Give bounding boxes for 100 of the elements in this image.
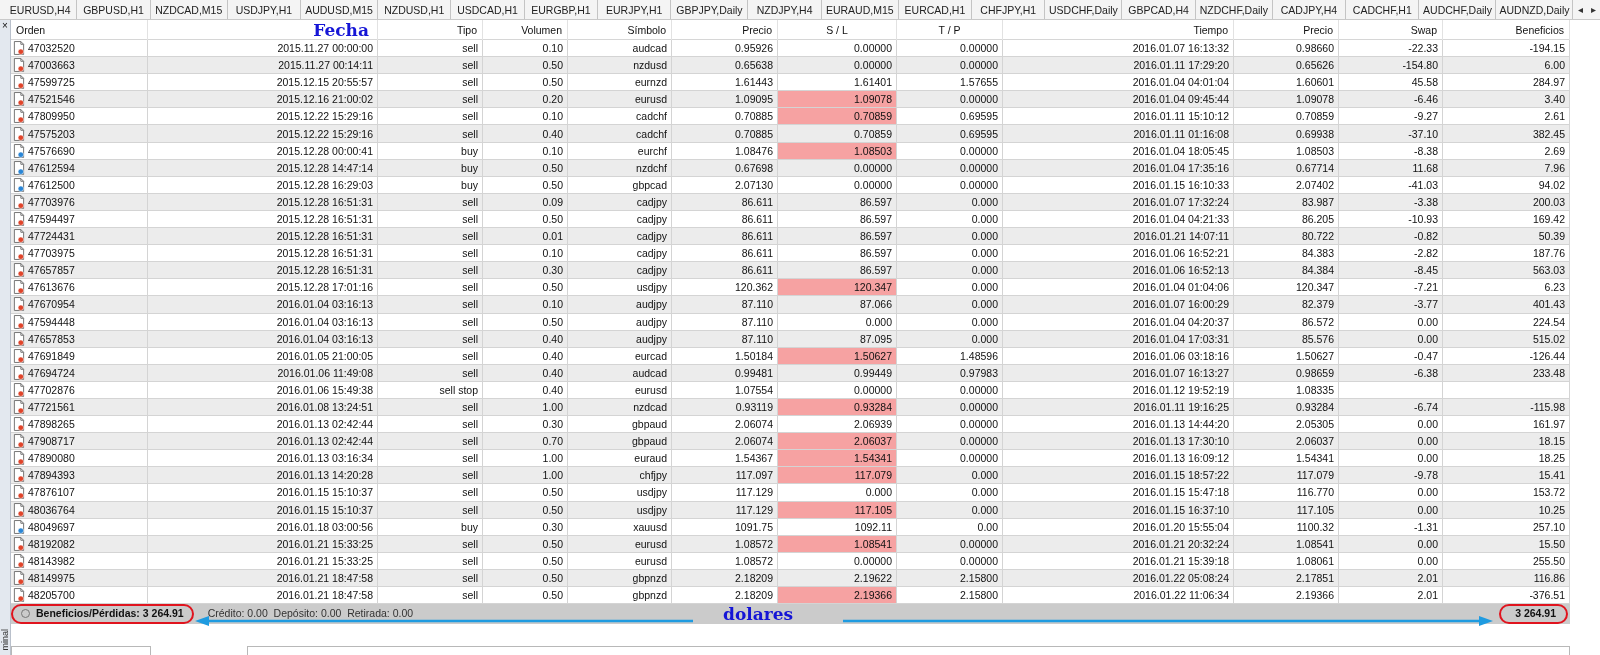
chart-tab[interactable]: CADCHF,H1 bbox=[1346, 0, 1420, 19]
chart-tab[interactable]: EURCAD,H1 bbox=[898, 0, 973, 19]
table-cell: sell bbox=[378, 364, 483, 381]
table-cell: 47032520 bbox=[28, 42, 75, 55]
table-cell: sell bbox=[378, 535, 483, 552]
chart-tab[interactable]: CHFJPY,H1 bbox=[972, 0, 1046, 19]
chart-tab[interactable]: EURGBP,H1 bbox=[524, 0, 599, 19]
table-cell: 169.42 bbox=[1443, 210, 1570, 228]
table-cell: 1.09078 bbox=[1234, 91, 1339, 108]
table-cell: 2016.01.15 15:10:37 bbox=[148, 501, 378, 518]
table-cell: 86.597 bbox=[778, 193, 897, 210]
chart-tab[interactable]: EURAUD,M15 bbox=[821, 0, 899, 19]
table-cell: 0.00000 bbox=[778, 381, 897, 398]
table-cell: 2.06037 bbox=[1234, 433, 1339, 450]
chart-tab[interactable]: NZDCHF,Daily bbox=[1195, 0, 1273, 19]
chart-tab[interactable]: NZDUSD,H1 bbox=[378, 0, 452, 19]
column-header[interactable]: Beneficios bbox=[1443, 20, 1570, 40]
table-cell: 2.69 bbox=[1443, 142, 1570, 159]
table-cell: sell bbox=[378, 398, 483, 416]
table-cell: 2.06074 bbox=[672, 416, 778, 433]
table-cell: 48036764 bbox=[28, 503, 75, 516]
chart-tab[interactable]: NZDJPY,H4 bbox=[748, 0, 822, 19]
table-cell: sell bbox=[378, 484, 483, 501]
table-cell: eurchf bbox=[568, 142, 672, 159]
chart-tab[interactable]: AUDNZD,Daily bbox=[1496, 0, 1574, 19]
chart-tab[interactable]: CADJPY,H4 bbox=[1272, 0, 1347, 19]
table-cell: 284.97 bbox=[1443, 74, 1570, 91]
table-cell: gbpaud bbox=[568, 433, 672, 450]
table-cell: 0.00000 bbox=[778, 57, 897, 74]
table-cell: 2016.01.15 15:10:37 bbox=[148, 484, 378, 501]
table-cell: 187.76 bbox=[1443, 245, 1570, 262]
table-cell: 0.99449 bbox=[778, 364, 897, 381]
table-cell: 2015.11.27 00:00:00 bbox=[148, 40, 378, 57]
table-cell: eurusd bbox=[568, 535, 672, 552]
chart-tab[interactable]: AUDCHF,Daily bbox=[1419, 0, 1497, 19]
column-header[interactable]: Fecha bbox=[148, 20, 378, 40]
chart-tab[interactable]: GBPUSD,H1 bbox=[77, 0, 151, 19]
column-header[interactable]: Tiempo bbox=[1003, 20, 1234, 40]
table-cell: 15.50 bbox=[1443, 535, 1570, 552]
column-header[interactable]: Tipo bbox=[378, 20, 483, 40]
table-cell: 0.10 bbox=[483, 245, 568, 262]
table-cell: 0.000 bbox=[778, 484, 897, 501]
chart-tab[interactable]: GBPJPY,Daily bbox=[671, 0, 749, 19]
tab-scroll-button[interactable]: ▸ bbox=[1586, 0, 1600, 19]
table-cell: -37.10 bbox=[1339, 125, 1443, 142]
table-cell: -3.77 bbox=[1339, 296, 1443, 313]
table-cell: 2016.01.21 18:47:58 bbox=[148, 569, 378, 586]
table-cell: cadchf bbox=[568, 108, 672, 125]
table-cell: 1.08572 bbox=[672, 552, 778, 569]
table-cell: sell bbox=[378, 416, 483, 433]
table-cell: 117.105 bbox=[1234, 501, 1339, 518]
table-cell: 515.02 bbox=[1443, 330, 1570, 347]
table-cell: 87.110 bbox=[672, 296, 778, 313]
tab-scroll-button[interactable]: ◂ bbox=[1573, 0, 1587, 19]
chart-tab[interactable]: USDCHF,Daily bbox=[1045, 0, 1123, 19]
chart-tab[interactable]: EURUSD,H4 bbox=[4, 0, 78, 19]
table-cell: 0.09 bbox=[483, 193, 568, 210]
column-header[interactable]: T / P bbox=[897, 20, 1003, 40]
table-cell: usdjpy bbox=[568, 484, 672, 501]
table-cell: sell bbox=[378, 228, 483, 245]
table-cell: 47703976 bbox=[28, 195, 75, 208]
table-cell: 50.39 bbox=[1443, 228, 1570, 245]
table-cell: 2016.01.05 21:00:05 bbox=[148, 347, 378, 364]
table-cell: -8.45 bbox=[1339, 262, 1443, 279]
table-cell: 1.08541 bbox=[1234, 535, 1339, 552]
table-cell: 86.611 bbox=[672, 262, 778, 279]
table-cell: 0.00000 bbox=[897, 40, 1003, 57]
column-header[interactable]: Orden bbox=[11, 20, 148, 40]
table-cell: 2016.01.21 15:33:25 bbox=[148, 552, 378, 569]
table-cell: 0.50 bbox=[483, 74, 568, 91]
table-cell: 47003663 bbox=[28, 59, 75, 72]
column-header[interactable]: Precio bbox=[672, 20, 778, 40]
close-button[interactable]: × bbox=[2, 21, 8, 31]
table-cell: 2016.01.20 15:55:04 bbox=[1003, 518, 1234, 535]
column-header[interactable]: Volumen bbox=[483, 20, 568, 40]
table-cell: 18.25 bbox=[1443, 450, 1570, 467]
table-cell: 2015.12.28 16:51:31 bbox=[148, 193, 378, 210]
column-header[interactable]: Símbolo bbox=[568, 20, 672, 40]
chart-tab[interactable]: USDCAD,H1 bbox=[451, 0, 525, 19]
chart-tab[interactable]: GBPCAD,H4 bbox=[1122, 0, 1196, 19]
table-cell: chfjpy bbox=[568, 467, 672, 484]
column-header[interactable]: Swap bbox=[1339, 20, 1443, 40]
table-cell: buy bbox=[378, 518, 483, 535]
chart-tab[interactable]: USDJPY,H1 bbox=[227, 0, 302, 19]
table-cell: 0.000 bbox=[897, 296, 1003, 313]
table-cell: sell bbox=[378, 193, 483, 210]
table-cell: sell bbox=[378, 501, 483, 518]
table-cell: gbpnzd bbox=[568, 587, 672, 604]
chart-tab[interactable]: AUDUSD,M15 bbox=[301, 0, 379, 19]
column-header[interactable]: S / L bbox=[778, 20, 897, 40]
column-header[interactable]: Precio bbox=[1234, 20, 1339, 40]
table-cell: 0.000 bbox=[897, 501, 1003, 518]
table-cell: 0.000 bbox=[897, 228, 1003, 245]
table-cell: 2016.01.06 16:52:21 bbox=[1003, 245, 1234, 262]
table-cell: 1.00 bbox=[483, 398, 568, 416]
chart-tab[interactable]: NZDCAD,M15 bbox=[150, 0, 228, 19]
table-cell: 0.30 bbox=[483, 518, 568, 535]
table-cell: 0.000 bbox=[897, 467, 1003, 484]
chart-tab[interactable]: EURJPY,H1 bbox=[598, 0, 672, 19]
table-cell: 86.611 bbox=[672, 193, 778, 210]
